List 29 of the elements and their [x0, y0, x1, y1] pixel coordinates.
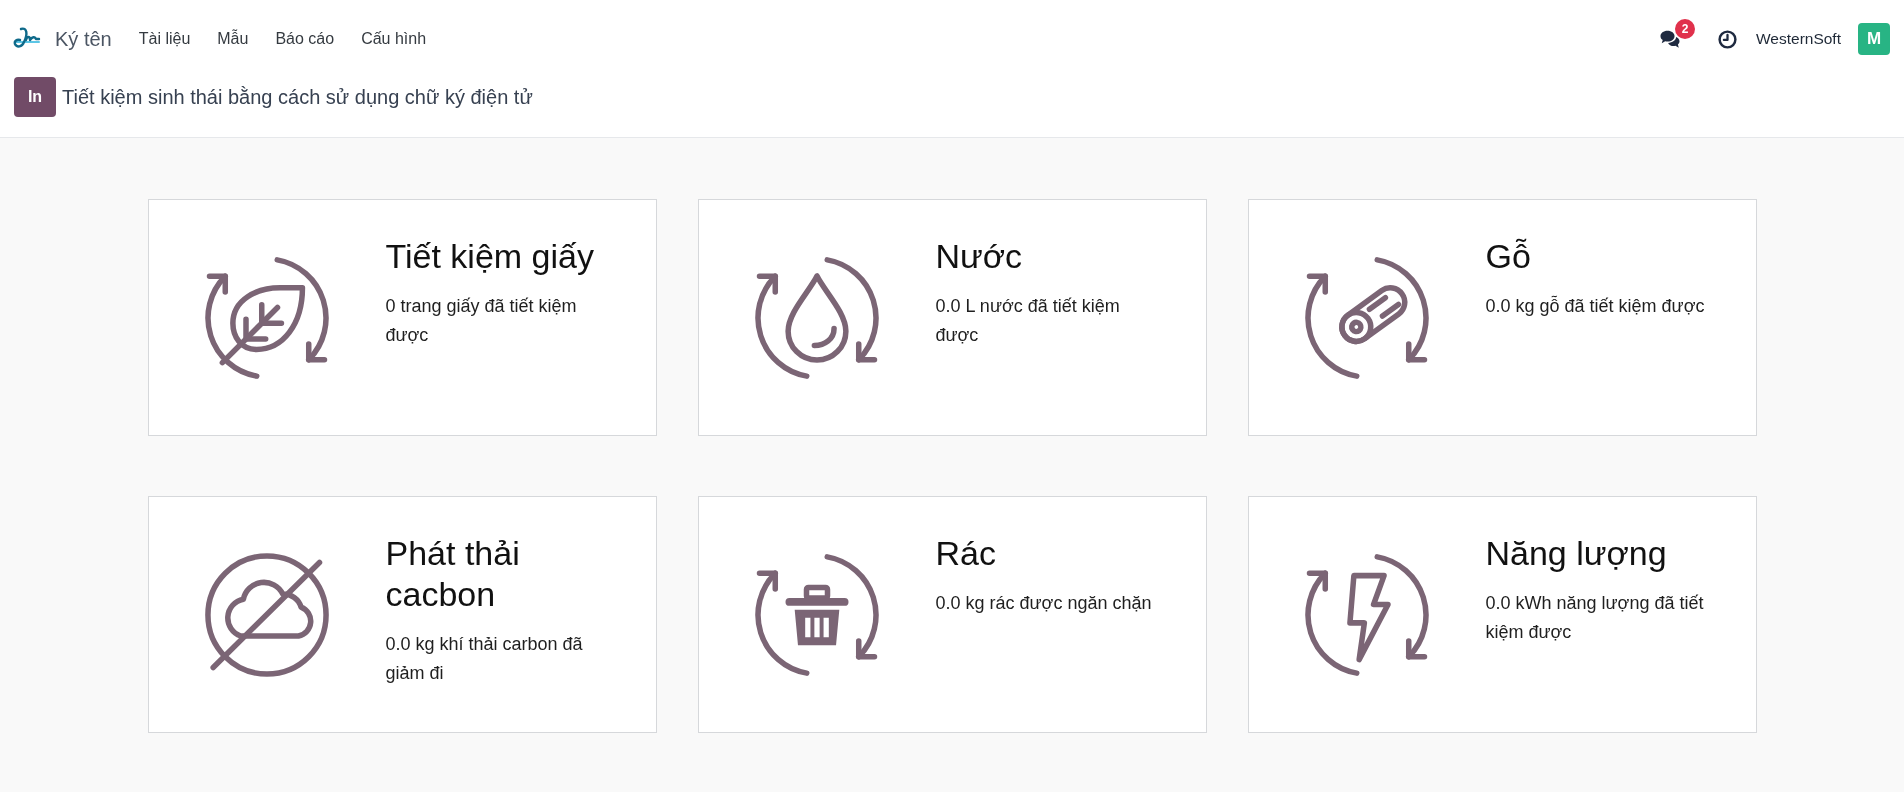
card-description: 0.0 L nước đã tiết kiệm được [935, 295, 1121, 347]
clock-icon[interactable] [1718, 29, 1737, 49]
card-title: Tiết kiệm giấy [385, 236, 595, 277]
card-description: 0.0 kg gỗ đã tiết kiệm được [1485, 294, 1706, 318]
menu-item[interactable]: Mẫu [217, 30, 249, 48]
card-description: 0.0 kg khí thải carbon đã giảm đi [385, 633, 584, 685]
menu-item[interactable]: Cấu hình [361, 30, 427, 48]
log-recycle-icon [1303, 254, 1430, 381]
lightning-recycle-icon [1303, 551, 1430, 678]
page-title: Tiết kiệm sinh thái bằng cách sử dụng chữ ký điện tử [62, 85, 533, 109]
menu-item[interactable]: Tài liệu [138, 30, 191, 48]
card-title: Phát thải cacbon [385, 533, 521, 615]
unread-count-badge: 2 [1675, 18, 1695, 39]
trash-recycle-icon [753, 551, 880, 678]
card-title: Năng lượng [1485, 533, 1668, 574]
chat-icon[interactable] [1660, 29, 1680, 49]
card-description: 0.0 kWh năng lượng đã tiết kiệm được [1485, 592, 1705, 644]
menu-item[interactable]: Báo cáo [275, 30, 335, 48]
card-title: Nước [935, 236, 1024, 277]
drop-recycle-icon [753, 254, 880, 381]
card-description: 0.0 kg rác được ngăn chặn [935, 592, 1153, 615]
card-title: Rác [935, 533, 997, 574]
crossed-cloud-icon [203, 551, 330, 678]
company-switcher[interactable]: WesternSoft [1756, 30, 1841, 48]
page-badge: In [14, 77, 56, 117]
app-name[interactable]: Ký tên [55, 27, 112, 51]
leaf-recycle-icon [203, 254, 330, 381]
card-description: 0 trang giấy đã tiết kiệm được [385, 295, 578, 347]
card-title: Gỗ [1485, 236, 1532, 277]
